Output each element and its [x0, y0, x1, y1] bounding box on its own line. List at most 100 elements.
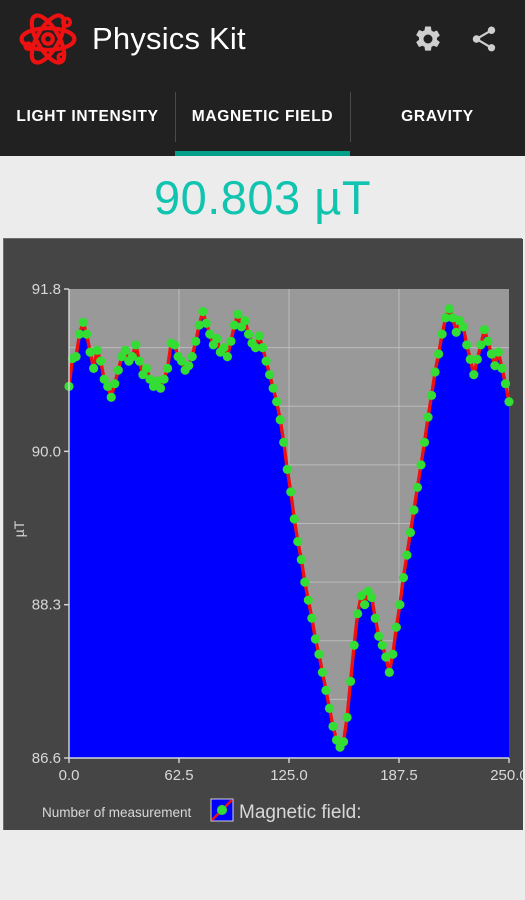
x-tick-label: 250.0 [490, 767, 523, 784]
series-marker [469, 370, 479, 380]
series-marker [272, 397, 282, 407]
series-marker [493, 347, 504, 357]
series-marker [349, 640, 359, 650]
tab-label: MAGNETIC FIELD [191, 108, 334, 125]
legend-marker-dot [217, 805, 227, 815]
series-marker [191, 336, 201, 346]
series-marker [504, 397, 514, 407]
series-marker [437, 329, 447, 339]
tab-label: LIGHT INTENSITY [16, 108, 159, 125]
series-marker [434, 349, 444, 359]
series-marker [338, 737, 349, 747]
legend-label: Magnetic field: [239, 802, 362, 823]
y-tick-label: 88.3 [32, 597, 61, 614]
series-marker [324, 703, 335, 713]
series-marker [472, 354, 482, 364]
series-marker [483, 336, 493, 346]
y-axis-label: µT [11, 520, 27, 537]
series-marker [370, 613, 380, 623]
y-tick-label: 91.8 [32, 281, 61, 298]
series-marker [409, 505, 419, 515]
series-marker [162, 363, 173, 373]
series-marker [187, 352, 197, 362]
magnetic-field-chart[interactable]: 91.890.088.386.6 0.062.5125.0187.5250.0 … [4, 239, 523, 831]
x-axis-label: Number of measurement [42, 805, 192, 820]
chart-card[interactable]: 91.890.088.386.6 0.062.5125.0187.5250.0 … [3, 238, 523, 831]
series-marker [391, 622, 401, 632]
series-marker [78, 317, 88, 327]
series-marker [222, 352, 232, 362]
series-marker [395, 600, 405, 610]
series-marker [159, 374, 169, 384]
series-marker [317, 667, 328, 677]
series-marker [89, 363, 99, 373]
series-marker [314, 649, 324, 659]
app-bar-actions [413, 24, 499, 54]
series-marker [268, 383, 278, 393]
y-tick-label: 90.0 [32, 443, 61, 460]
series-marker [458, 322, 468, 332]
tab-light-intensity[interactable]: LIGHT INTENSITY [0, 78, 175, 156]
series-marker [328, 721, 338, 732]
series-marker [82, 329, 92, 339]
series-marker [462, 340, 472, 350]
series-marker [360, 600, 370, 610]
x-tick-label: 187.5 [380, 767, 418, 784]
series-marker [342, 712, 352, 723]
series-marker [377, 640, 387, 650]
series-marker [296, 554, 306, 565]
series-marker [321, 685, 331, 695]
series-marker [388, 649, 398, 659]
gear-icon[interactable] [413, 24, 443, 54]
series-marker [106, 392, 116, 402]
share-icon[interactable] [469, 24, 499, 54]
tab-gravity[interactable]: GRAVITY [350, 78, 525, 156]
series-marker [419, 437, 430, 447]
series-marker [300, 577, 310, 587]
series-marker [384, 667, 394, 677]
tab-bar: LIGHT INTENSITY MAGNETIC FIELD GRAVITY [0, 78, 525, 156]
x-tick-label: 0.0 [59, 767, 80, 784]
series-marker [405, 527, 416, 538]
series-marker [423, 412, 433, 422]
series-marker [430, 367, 440, 377]
series-marker [286, 487, 296, 497]
series-marker [184, 361, 194, 371]
series-marker [353, 609, 363, 619]
series-marker [113, 365, 123, 375]
tab-label: GRAVITY [401, 108, 474, 125]
series-marker [134, 356, 144, 366]
series-marker [155, 383, 166, 393]
series-marker [212, 334, 222, 344]
series-marker [265, 370, 275, 380]
tab-magnetic-field[interactable]: MAGNETIC FIELD [175, 78, 350, 156]
series-marker [367, 592, 377, 603]
y-tick-label: 86.6 [32, 750, 61, 767]
atom-icon [19, 13, 77, 65]
series-marker [402, 550, 412, 560]
series-marker [426, 390, 437, 401]
series-marker [279, 437, 289, 447]
series-marker [282, 464, 292, 474]
series-marker [444, 304, 454, 314]
series-marker [131, 340, 141, 350]
app-title: Physics Kit [92, 21, 246, 56]
series-marker [71, 352, 81, 362]
x-tick-label: 62.5 [164, 767, 193, 784]
series-marker [198, 306, 208, 317]
series-marker [310, 634, 320, 644]
series-marker [261, 356, 271, 366]
series-marker [201, 318, 211, 328]
series-marker [120, 345, 130, 355]
page-background [0, 830, 525, 900]
series-marker [258, 343, 268, 353]
x-tick-label: 125.0 [270, 767, 308, 784]
series-marker [346, 676, 356, 686]
series-marker [170, 340, 180, 350]
series-marker [141, 363, 152, 373]
series-marker [416, 460, 426, 470]
reading-container: 90.803 µT [0, 156, 525, 238]
series-marker [307, 613, 317, 623]
series-marker [497, 363, 507, 373]
series-marker [254, 331, 264, 341]
